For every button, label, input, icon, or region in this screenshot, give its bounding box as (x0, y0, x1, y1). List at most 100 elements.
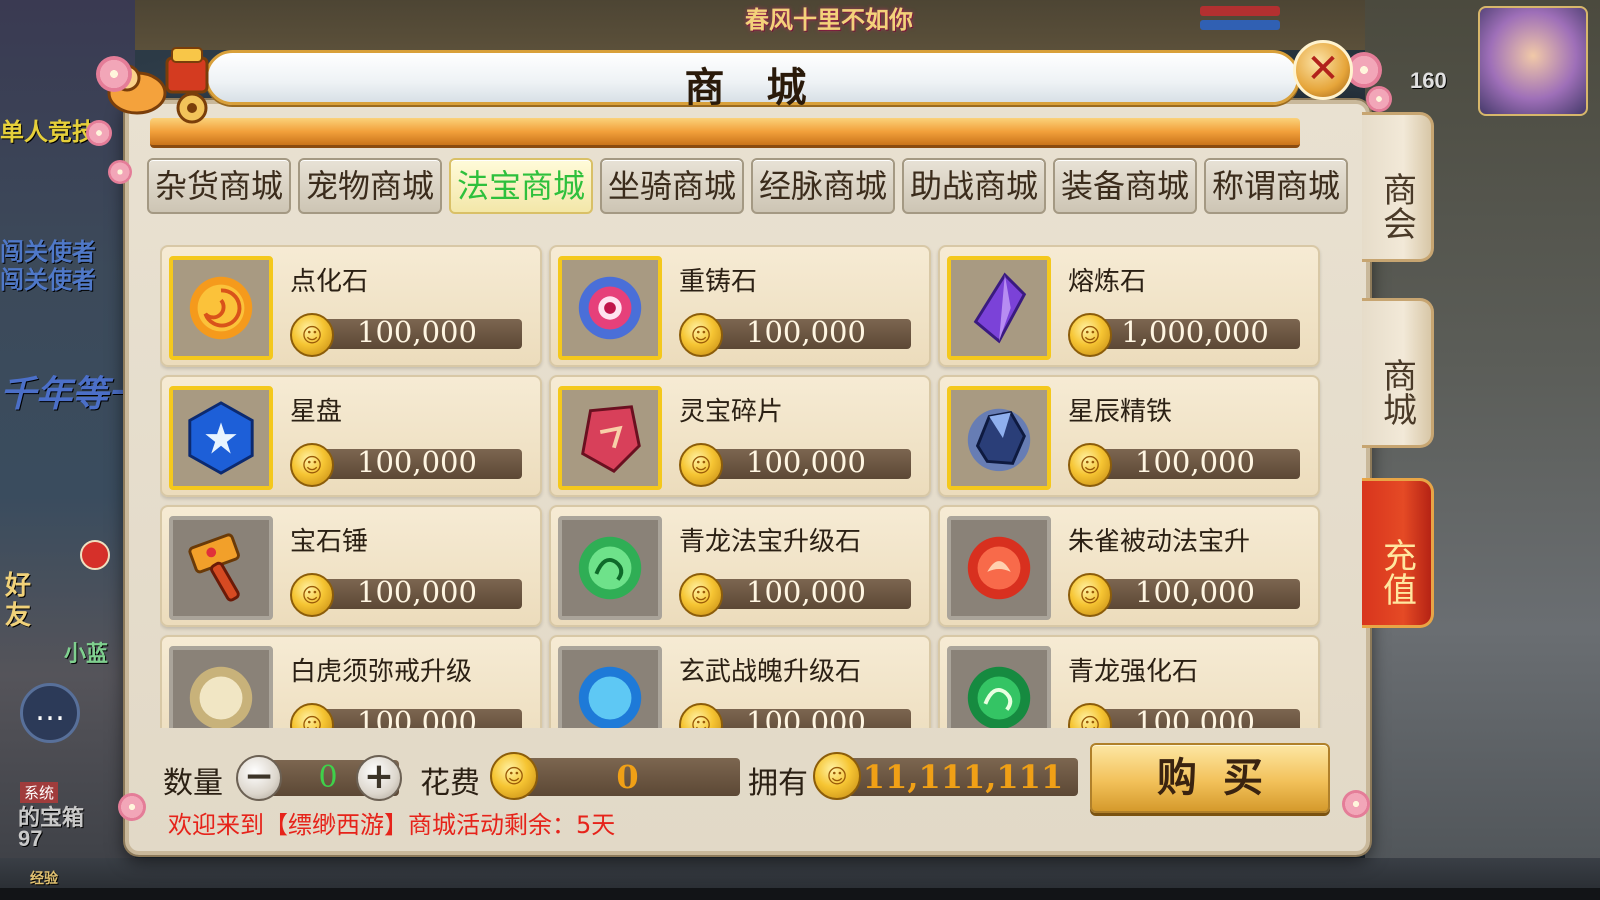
experience-bar (0, 888, 1600, 900)
item-name: 灵宝碎片 (679, 397, 784, 427)
item-list[interactable]: 点化石 100,000 ☺ 重铸石 100,000 ☺ 熔炼石 1,000,00… (160, 245, 1330, 728)
item-name: 熔炼石 (1068, 267, 1147, 297)
scene-label-stage-envoy-2[interactable]: 闯关使者 (0, 260, 96, 295)
player-level: 160 (1410, 68, 1447, 93)
gold-coin-icon: ☺ (290, 313, 334, 357)
tab-mount-store[interactable]: 坐骑商城 (600, 158, 744, 214)
item-icon-frame (947, 516, 1051, 620)
tab-assist-store[interactable]: 助战商城 (902, 158, 1046, 214)
decrease-quantity-button[interactable]: − (236, 755, 282, 801)
jade-dragon-orb-icon (967, 666, 1031, 728)
tab-artifact-store[interactable]: 法宝商城 (449, 158, 593, 214)
flower-decoration (1342, 790, 1370, 818)
tab-title-store[interactable]: 称谓商城 (1204, 158, 1348, 214)
swirl-orb-icon (189, 276, 253, 340)
item-card[interactable]: 宝石锤 100,000 ☺ (160, 505, 542, 627)
item-icon-frame (947, 256, 1051, 360)
side-tab-guild-shop[interactable]: 商会 (1362, 112, 1434, 262)
gold-coin-icon: ☺ (1068, 443, 1112, 487)
item-price: 100,000 (357, 445, 477, 479)
item-card[interactable]: 星盘 100,000 ☺ (160, 375, 542, 497)
scene-label-single-arena[interactable]: 单人竞技 (0, 112, 96, 147)
green-dragon-orb-icon (578, 536, 642, 600)
item-card[interactable]: 重铸石 100,000 ☺ (549, 245, 931, 367)
item-icon-frame (169, 516, 273, 620)
item-icon-frame (558, 646, 662, 728)
item-card[interactable]: 青龙强化石 100,000 ☺ (938, 635, 1320, 728)
item-icon-frame (169, 386, 273, 490)
item-name: 白虎须弥戒升级 (290, 657, 473, 687)
flower-decoration (86, 120, 112, 146)
status-bars (1200, 6, 1470, 36)
item-name: 玄武战魄升级石 (679, 657, 862, 687)
item-price: 100,000 (746, 445, 866, 479)
owned-value: 11,111,111 (862, 758, 1064, 796)
gold-coin-icon: ☺ (290, 443, 334, 487)
item-card[interactable]: 青龙法宝升级石 100,000 ☺ (549, 505, 931, 627)
item-card[interactable]: 点化石 100,000 ☺ (160, 245, 542, 367)
blue-star-gem-icon (188, 401, 254, 475)
blue-ore-icon (967, 408, 1031, 472)
item-name: 重铸石 (679, 267, 758, 297)
gold-coin-icon: ☺ (490, 752, 538, 800)
cost-value: 0 (616, 758, 639, 796)
item-name: 星盘 (290, 397, 343, 427)
tab-equipment-store[interactable]: 装备商城 (1053, 158, 1197, 214)
chat-line-number: 97 (18, 826, 43, 851)
item-name: 青龙强化石 (1068, 657, 1199, 687)
close-button[interactable]: ✕ (1293, 40, 1353, 100)
flower-decoration (118, 793, 146, 821)
gold-coin-icon: ☺ (290, 573, 334, 617)
item-card[interactable]: 玄武战魄升级石 100,000 ☺ (549, 635, 931, 728)
item-price: 100,000 (1135, 575, 1255, 609)
item-card[interactable]: 灵宝碎片 100,000 ☺ (549, 375, 931, 497)
item-name: 青龙法宝升级石 (679, 527, 862, 557)
item-icon-frame (169, 256, 273, 360)
item-card[interactable]: 白虎须弥戒升级 100,000 ☺ (160, 635, 542, 728)
close-icon: ✕ (1306, 46, 1340, 92)
increase-quantity-button[interactable]: + (356, 755, 402, 801)
red-shard-icon (581, 405, 641, 473)
side-tab-recharge[interactable]: 充值 (1362, 478, 1434, 628)
side-tab-mall[interactable]: 商城 (1362, 298, 1434, 448)
cost-label: 花费 (420, 766, 480, 801)
gold-coin-icon: ☺ (679, 313, 723, 357)
welcome-notice: 欢迎来到【缥缈西游】商城活动剩余：5天 (168, 811, 616, 839)
item-icon-frame (558, 256, 662, 360)
quantity-label: 数量 (163, 766, 223, 801)
item-price: 100,000 (357, 705, 477, 728)
item-price: 1,000,000 (1121, 315, 1269, 349)
title-rail (150, 118, 1300, 148)
item-card[interactable]: 朱雀被动法宝升 100,000 ☺ (938, 505, 1320, 627)
purple-crystal-icon (973, 272, 1027, 344)
item-icon-frame (947, 386, 1051, 490)
item-price: 100,000 (1135, 445, 1255, 479)
panel-title: 商 城 (684, 64, 821, 111)
item-name: 朱雀被动法宝升 (1068, 527, 1251, 557)
gold-coin-icon: ☺ (813, 752, 861, 800)
buy-button[interactable]: 购买 (1090, 743, 1330, 813)
friends-button[interactable]: 好友 (5, 570, 39, 630)
item-icon-frame (558, 516, 662, 620)
chat-icon[interactable]: … (20, 683, 80, 743)
friend-name: 小蓝 (64, 641, 109, 666)
item-price: 100,000 (357, 575, 477, 609)
blue-tortoise-orb-icon (578, 666, 642, 728)
player-avatar[interactable] (1478, 6, 1588, 116)
scene-label-event: 千年等一 (0, 373, 145, 414)
tab-pet-store[interactable]: 宠物商城 (298, 158, 442, 214)
item-icon-frame (558, 386, 662, 490)
item-price: 100,000 (746, 705, 866, 728)
item-price: 100,000 (1135, 705, 1255, 728)
tab-general-store[interactable]: 杂货商城 (147, 158, 291, 214)
item-card[interactable]: 星辰精铁 100,000 ☺ (938, 375, 1320, 497)
gold-coin-icon: ☺ (679, 443, 723, 487)
flower-decoration (108, 160, 132, 184)
item-icon-frame (947, 646, 1051, 728)
item-name: 点化石 (290, 267, 369, 297)
item-card[interactable]: 熔炼石 1,000,000 ☺ (938, 245, 1320, 367)
gold-coin-icon: ☺ (1068, 313, 1112, 357)
top-banner-text: 春风十里不如你 (745, 7, 913, 34)
tab-meridian-store[interactable]: 经脉商城 (751, 158, 895, 214)
exp-label: 经验 (30, 870, 58, 886)
